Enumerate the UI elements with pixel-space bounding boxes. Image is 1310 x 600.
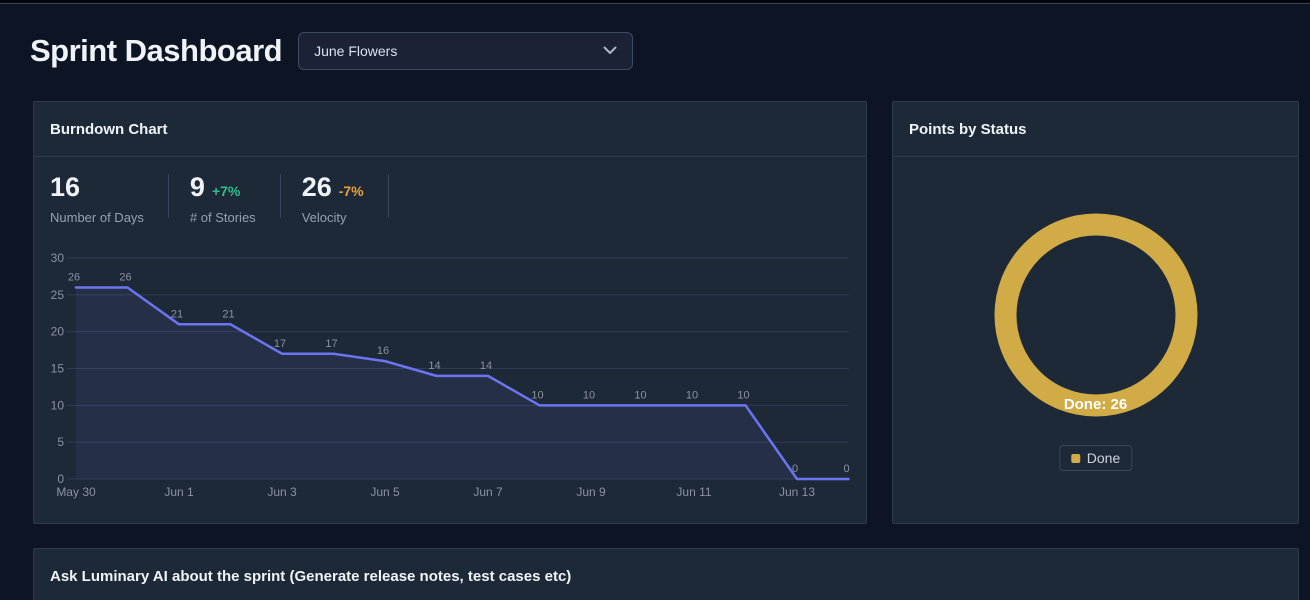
svg-text:30: 30: [51, 251, 65, 265]
burndown-card-title: Burndown Chart: [50, 120, 168, 138]
svg-text:10: 10: [737, 389, 749, 401]
legend-label: Done: [1086, 450, 1121, 466]
svg-text:10: 10: [686, 389, 698, 401]
svg-text:26: 26: [119, 271, 131, 283]
ai-card: Ask Luminary AI about the sprint (Genera…: [33, 548, 1299, 600]
svg-text:25: 25: [51, 288, 65, 302]
stat-divider: [167, 174, 169, 218]
svg-text:15: 15: [51, 362, 65, 376]
donut-ring: [994, 213, 1198, 417]
svg-text:10: 10: [634, 389, 646, 401]
svg-text:17: 17: [274, 338, 286, 350]
page-header: Sprint Dashboard June Flowers: [30, 32, 1310, 70]
svg-text:20: 20: [51, 325, 65, 339]
svg-text:May 30: May 30: [56, 485, 96, 499]
stat-delta: +7%: [211, 183, 241, 199]
svg-text:Jun 1: Jun 1: [164, 485, 194, 499]
svg-text:10: 10: [51, 398, 65, 412]
burndown-card: Burndown Chart 16 Number of Days 9 +7% #…: [33, 101, 867, 524]
donut-center-label: Done: 26: [1063, 396, 1128, 413]
stat-label: # of Stories: [189, 210, 256, 226]
svg-text:Jun 9: Jun 9: [576, 485, 606, 499]
ai-card-header[interactable]: Ask Luminary AI about the sprint (Genera…: [34, 549, 1298, 600]
svg-text:26: 26: [68, 271, 80, 283]
stat-velocity: 26 -7% Velocity: [301, 172, 364, 226]
points-by-status-card: Points by Status Done: 26 Done: [892, 101, 1299, 524]
svg-text:21: 21: [171, 308, 183, 320]
status-card-header: Points by Status: [893, 102, 1298, 157]
top-divider: [0, 3, 1310, 4]
burndown-card-header: Burndown Chart: [34, 102, 866, 157]
svg-text:0: 0: [57, 472, 64, 486]
burndown-stats: 16 Number of Days 9 +7% # of Stories 26 …: [34, 157, 866, 225]
svg-text:0: 0: [792, 463, 798, 475]
stat-value: 16: [50, 172, 81, 202]
svg-text:Jun 3: Jun 3: [267, 485, 297, 499]
status-card-title: Points by Status: [909, 120, 1027, 138]
burndown-chart: 0 5 10 15 20 25 30 May 30 Jun 1 Jun 3 Jun 5 Jun 7 Ju…: [51, 251, 850, 499]
stat-number-of-days: 16 Number of Days: [50, 172, 144, 226]
legend-swatch: [1070, 453, 1080, 463]
chevron-down-icon: [603, 42, 617, 60]
stat-divider: [279, 174, 281, 218]
svg-text:21: 21: [222, 308, 234, 320]
stat-label: Number of Days: [50, 210, 144, 226]
svg-text:17: 17: [325, 338, 337, 350]
sprint-selector-value: June Flowers: [314, 43, 398, 59]
svg-text:0: 0: [843, 463, 849, 475]
svg-text:Jun 7: Jun 7: [473, 485, 503, 499]
svg-text:14: 14: [480, 360, 492, 372]
stat-stories: 9 +7% # of Stories: [189, 172, 256, 226]
svg-text:10: 10: [531, 389, 543, 401]
legend-done[interactable]: Done: [1058, 445, 1133, 471]
svg-text:Jun 5: Jun 5: [370, 485, 400, 499]
stat-divider: [387, 174, 389, 218]
stat-delta: -7%: [338, 183, 364, 199]
status-card-body: Done: 26 Done: [893, 157, 1298, 523]
stat-value: 26: [301, 172, 332, 202]
stat-label: Velocity: [301, 210, 347, 226]
svg-text:16: 16: [377, 345, 389, 357]
svg-text:Jun 13: Jun 13: [779, 485, 815, 499]
stat-value: 9: [189, 172, 205, 202]
ai-card-title: Ask Luminary AI about the sprint (Genera…: [50, 567, 572, 585]
svg-text:10: 10: [583, 389, 595, 401]
page-title: Sprint Dashboard: [30, 33, 283, 68]
svg-text:5: 5: [57, 435, 64, 449]
svg-text:14: 14: [428, 360, 440, 372]
svg-text:Jun 11: Jun 11: [676, 485, 711, 499]
main-row: Burndown Chart 16 Number of Days 9 +7% #…: [33, 101, 1310, 524]
sprint-selector[interactable]: June Flowers: [298, 32, 634, 70]
